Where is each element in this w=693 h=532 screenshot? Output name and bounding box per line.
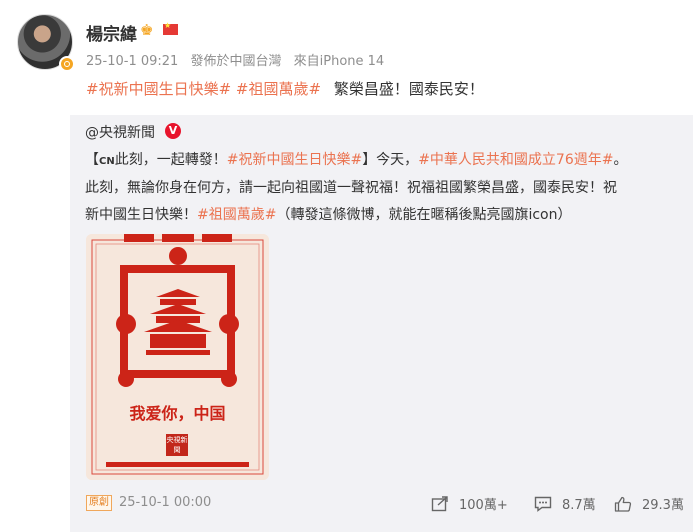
- text-segment: 】今天，: [362, 152, 419, 168]
- original-post-text: 【CN此刻，一起轉發！#祝新中國生日快樂#】今天，#中華人民共和國成立76週年#…: [85, 147, 685, 229]
- text-segment: 此刻，無論你身在何方，請一起向祖國道一聲祝福！祝福祖國繁榮昌盛，國泰民安！祝: [85, 180, 617, 196]
- original-badge: 原創: [86, 495, 112, 511]
- text-segment: （轉發這條微博，就能在暱稱後點亮國旗icon）: [276, 207, 572, 223]
- thumbs-up-icon: [614, 496, 632, 512]
- comment-icon: [534, 496, 552, 512]
- avatar[interactable]: [17, 14, 75, 72]
- hashtag-link[interactable]: #祝新中國生日快樂#: [86, 80, 231, 98]
- username[interactable]: 楊宗緯: [86, 20, 137, 45]
- post-footer: 原創 25-10-1 00:00 100萬+ 8.7萬 29.3萬: [86, 494, 686, 514]
- post-meta: 25-10-1 09:21 發佈於中國台灣 來自iPhone 14: [86, 50, 392, 69]
- original-author[interactable]: @央視新聞: [85, 122, 155, 142]
- comment-button[interactable]: 8.7萬: [534, 494, 596, 513]
- like-button[interactable]: 29.3萬: [614, 494, 684, 513]
- verified-gold-icon: [59, 56, 75, 72]
- text-segment: 此刻，一起轉發！: [114, 152, 227, 168]
- post-image[interactable]: 我爱你，中国 央視新聞: [86, 234, 269, 480]
- bracket-open: 【: [85, 152, 99, 168]
- share-icon: [431, 495, 448, 511]
- cctv-news-logo: 央視新聞: [166, 434, 188, 456]
- post-text: #祝新中國生日快樂# #祖國萬歲# 繁榮昌盛！國泰民安！: [86, 78, 484, 99]
- post-time[interactable]: 25-10-1 09:21: [86, 54, 178, 69]
- text-segment: 。: [613, 152, 628, 168]
- hashtag-link[interactable]: #祖國萬歲#: [197, 207, 276, 223]
- post-location: 發佈於中國台灣: [190, 54, 282, 69]
- china-flag-icon: [163, 21, 178, 35]
- verified-v-icon: V: [165, 123, 181, 139]
- cn-label: CN: [99, 156, 115, 167]
- crown-icon: ♚: [140, 21, 154, 39]
- hashtag-link[interactable]: #中華人民共和國成立76週年#: [418, 152, 613, 168]
- repost-count: 100萬+: [459, 498, 508, 513]
- repost-button[interactable]: 100萬+: [431, 494, 508, 513]
- hashtag-link[interactable]: #祖國萬歲#: [236, 80, 321, 98]
- post-device: 來自iPhone 14: [293, 54, 385, 69]
- hashtag-link[interactable]: #祝新中國生日快樂#: [227, 152, 362, 168]
- text-segment: 新中國生日快樂！: [85, 207, 197, 223]
- post-body: 繁榮昌盛！國泰民安！: [333, 80, 484, 98]
- like-count: 29.3萬: [642, 498, 684, 513]
- original-time[interactable]: 25-10-1 00:00: [119, 495, 211, 510]
- poster-caption: 我爱你，中国: [129, 404, 226, 423]
- comment-count: 8.7萬: [562, 498, 596, 513]
